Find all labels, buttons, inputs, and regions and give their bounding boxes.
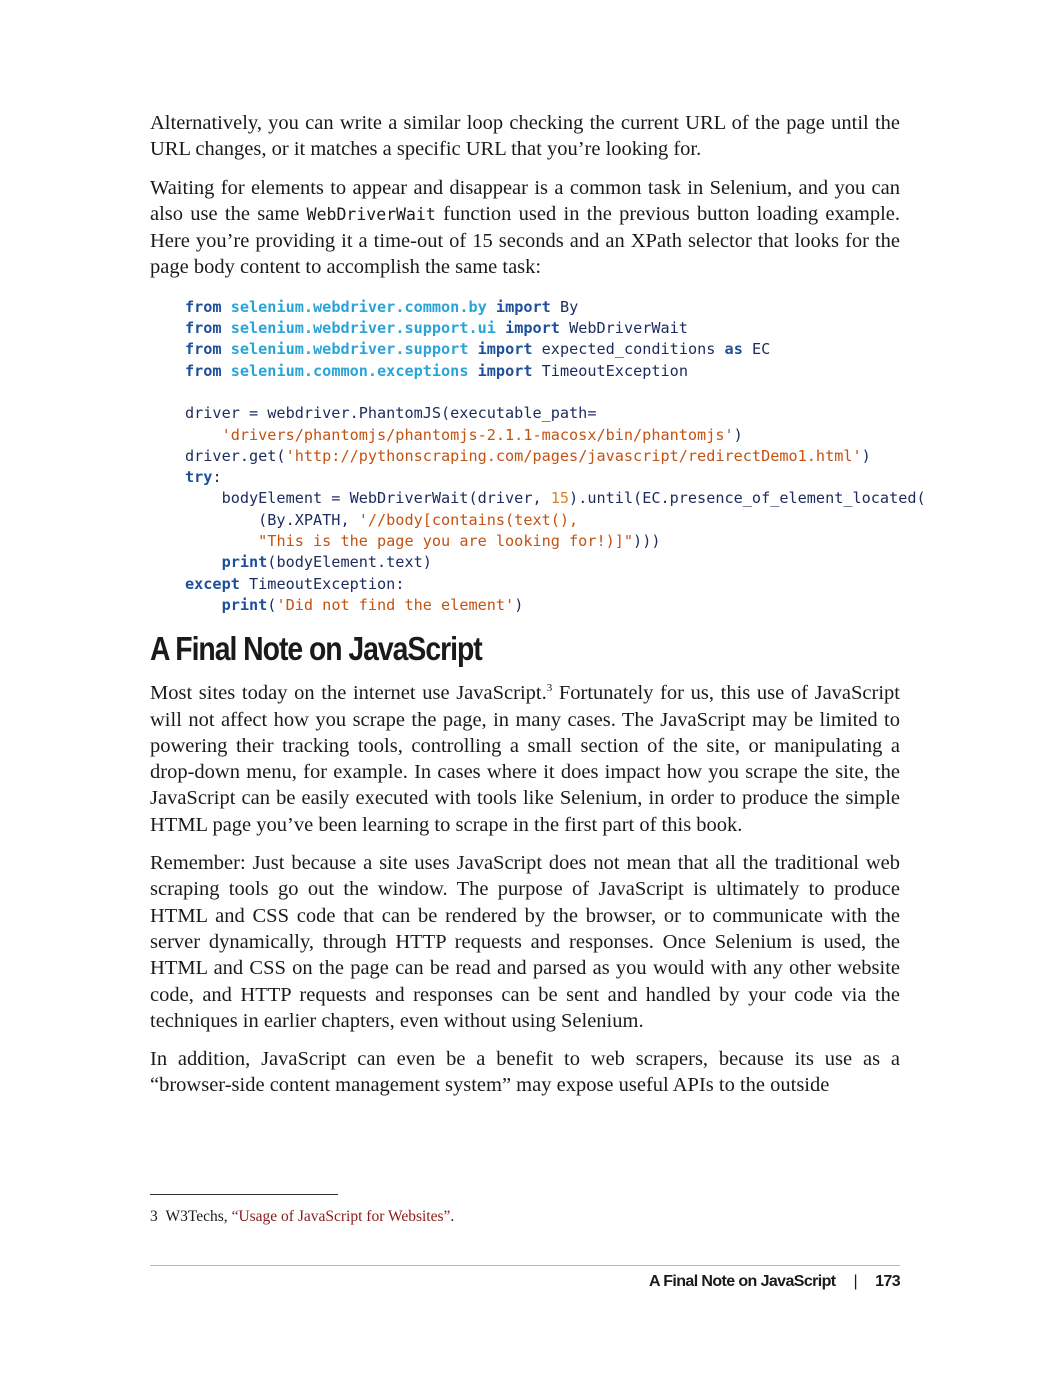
code-token: (bodyElement.text)	[267, 553, 432, 572]
paragraph-remember: Remember: Just because a site uses JavaS…	[150, 852, 900, 1032]
code-token: )	[733, 425, 743, 444]
running-footer: A Final Note on JavaScript | 173	[649, 1273, 901, 1291]
footnote: 3 W3Techs, “Usage of JavaScript for Webs…	[150, 1208, 454, 1226]
code-token: 'drivers/phantomjs/phantomjs-2.1.1-macos…	[221, 425, 734, 444]
code-token: bodyElement = WebDriverWait(driver,	[185, 489, 551, 508]
inline-code-webdriverwait: WebDriverWait	[306, 204, 436, 224]
code-token: print	[221, 553, 268, 572]
code-token: TimeoutException:	[239, 574, 405, 593]
code-block: from selenium.webdriver.common.by import…	[185, 297, 926, 616]
code-token: selenium.webdriver.common.by	[230, 297, 487, 316]
code-token: import	[477, 340, 533, 359]
code-line: from selenium.common.exceptions import T…	[185, 361, 900, 382]
running-footer-section: A Final Note on JavaScript	[649, 1273, 836, 1290]
code-token: 'Did not find the element'	[276, 595, 515, 614]
code-line: try:	[185, 467, 900, 488]
code-line: print('Did not find the element')	[185, 595, 900, 616]
code-token: ).until(EC.presence_of_element_located(	[569, 489, 926, 508]
code-token: '//body[contains(text(),	[358, 510, 579, 529]
code-token: selenium.webdriver.support	[230, 340, 469, 359]
code-token: "This is the page you are looking for!)]…	[258, 532, 634, 551]
code-line: except TimeoutException:	[185, 574, 900, 595]
code-token: from	[185, 361, 222, 380]
footnote-number: 3	[150, 1208, 158, 1225]
code-line: bodyElement = WebDriverWait(driver, 15).…	[185, 488, 926, 509]
code-token: as	[724, 340, 743, 359]
code-token: print	[221, 595, 268, 614]
page-body: Alternatively, you can write a similar l…	[150, 110, 926, 1111]
code-line: driver.get('http://pythonscraping.com/pa…	[185, 446, 900, 467]
footer-divider	[150, 1265, 900, 1266]
code-line: from selenium.webdriver.support import e…	[185, 339, 900, 360]
footnote-divider	[150, 1194, 338, 1195]
code-token: from	[185, 340, 222, 359]
page-number: 173	[875, 1273, 901, 1290]
footnote-suffix: .	[450, 1208, 455, 1225]
code-token: 15	[550, 489, 570, 508]
code-token: TimeoutException	[532, 361, 688, 380]
code-token: import	[477, 361, 533, 380]
paragraph-intro-before: Most sites today on the internet use Jav…	[150, 682, 547, 705]
code-line: from selenium.webdriver.support.ui impor…	[185, 318, 900, 339]
code-line: print(bodyElement.text)	[185, 552, 900, 573]
code-token: driver = webdriver.PhantomJS(executable_…	[185, 404, 597, 423]
code-token: )	[861, 446, 871, 465]
paragraph-url-loop: Alternatively, you can write a similar l…	[150, 112, 900, 161]
code-line: from selenium.webdriver.common.by import…	[185, 297, 900, 318]
code-line: "This is the page you are looking for!)]…	[185, 531, 900, 552]
code-token: except	[185, 574, 240, 593]
running-footer-separator: |	[853, 1273, 858, 1290]
code-token: :	[212, 468, 222, 487]
code-token: By	[550, 297, 579, 316]
code-token: EC	[742, 340, 771, 359]
code-token: )))	[633, 532, 661, 551]
paragraph-addition: In addition, JavaScript can even be a be…	[150, 1048, 900, 1097]
code-line: 'drivers/phantomjs/phantomjs-2.1.1-macos…	[185, 425, 900, 446]
code-token: driver.get(	[185, 446, 286, 465]
code-token: WebDriverWait	[559, 319, 688, 338]
code-token: selenium.common.exceptions	[230, 361, 469, 380]
code-line: (By.XPATH, '//body[contains(text(),	[185, 510, 900, 531]
code-token: try	[185, 468, 213, 487]
section-heading: A Final Note on JavaScript	[150, 630, 483, 668]
paragraph-intro: Most sites today on the internet use Jav…	[150, 680, 900, 838]
code-token: )	[514, 595, 524, 614]
code-token: from	[185, 319, 222, 338]
footnote-link[interactable]: “Usage of JavaScript for Websites”	[232, 1208, 451, 1225]
code-token: 'http://pythonscraping.com/pages/javascr…	[285, 446, 862, 465]
code-token: expected_conditions	[532, 340, 725, 359]
footnote-prefix: W3Techs,	[165, 1208, 232, 1225]
code-token: (By.XPATH,	[185, 510, 359, 529]
paragraph-waiting: Waiting for elements to appear and disap…	[150, 175, 900, 281]
code-token: selenium.webdriver.support.ui	[230, 319, 496, 338]
code-line: driver = webdriver.PhantomJS(executable_…	[185, 403, 900, 424]
code-token: import	[505, 319, 560, 338]
code-token: import	[495, 297, 551, 316]
code-token: from	[185, 297, 222, 316]
paragraph-intro-after: Fortunately for us, this use of Java­Scr…	[150, 682, 900, 836]
